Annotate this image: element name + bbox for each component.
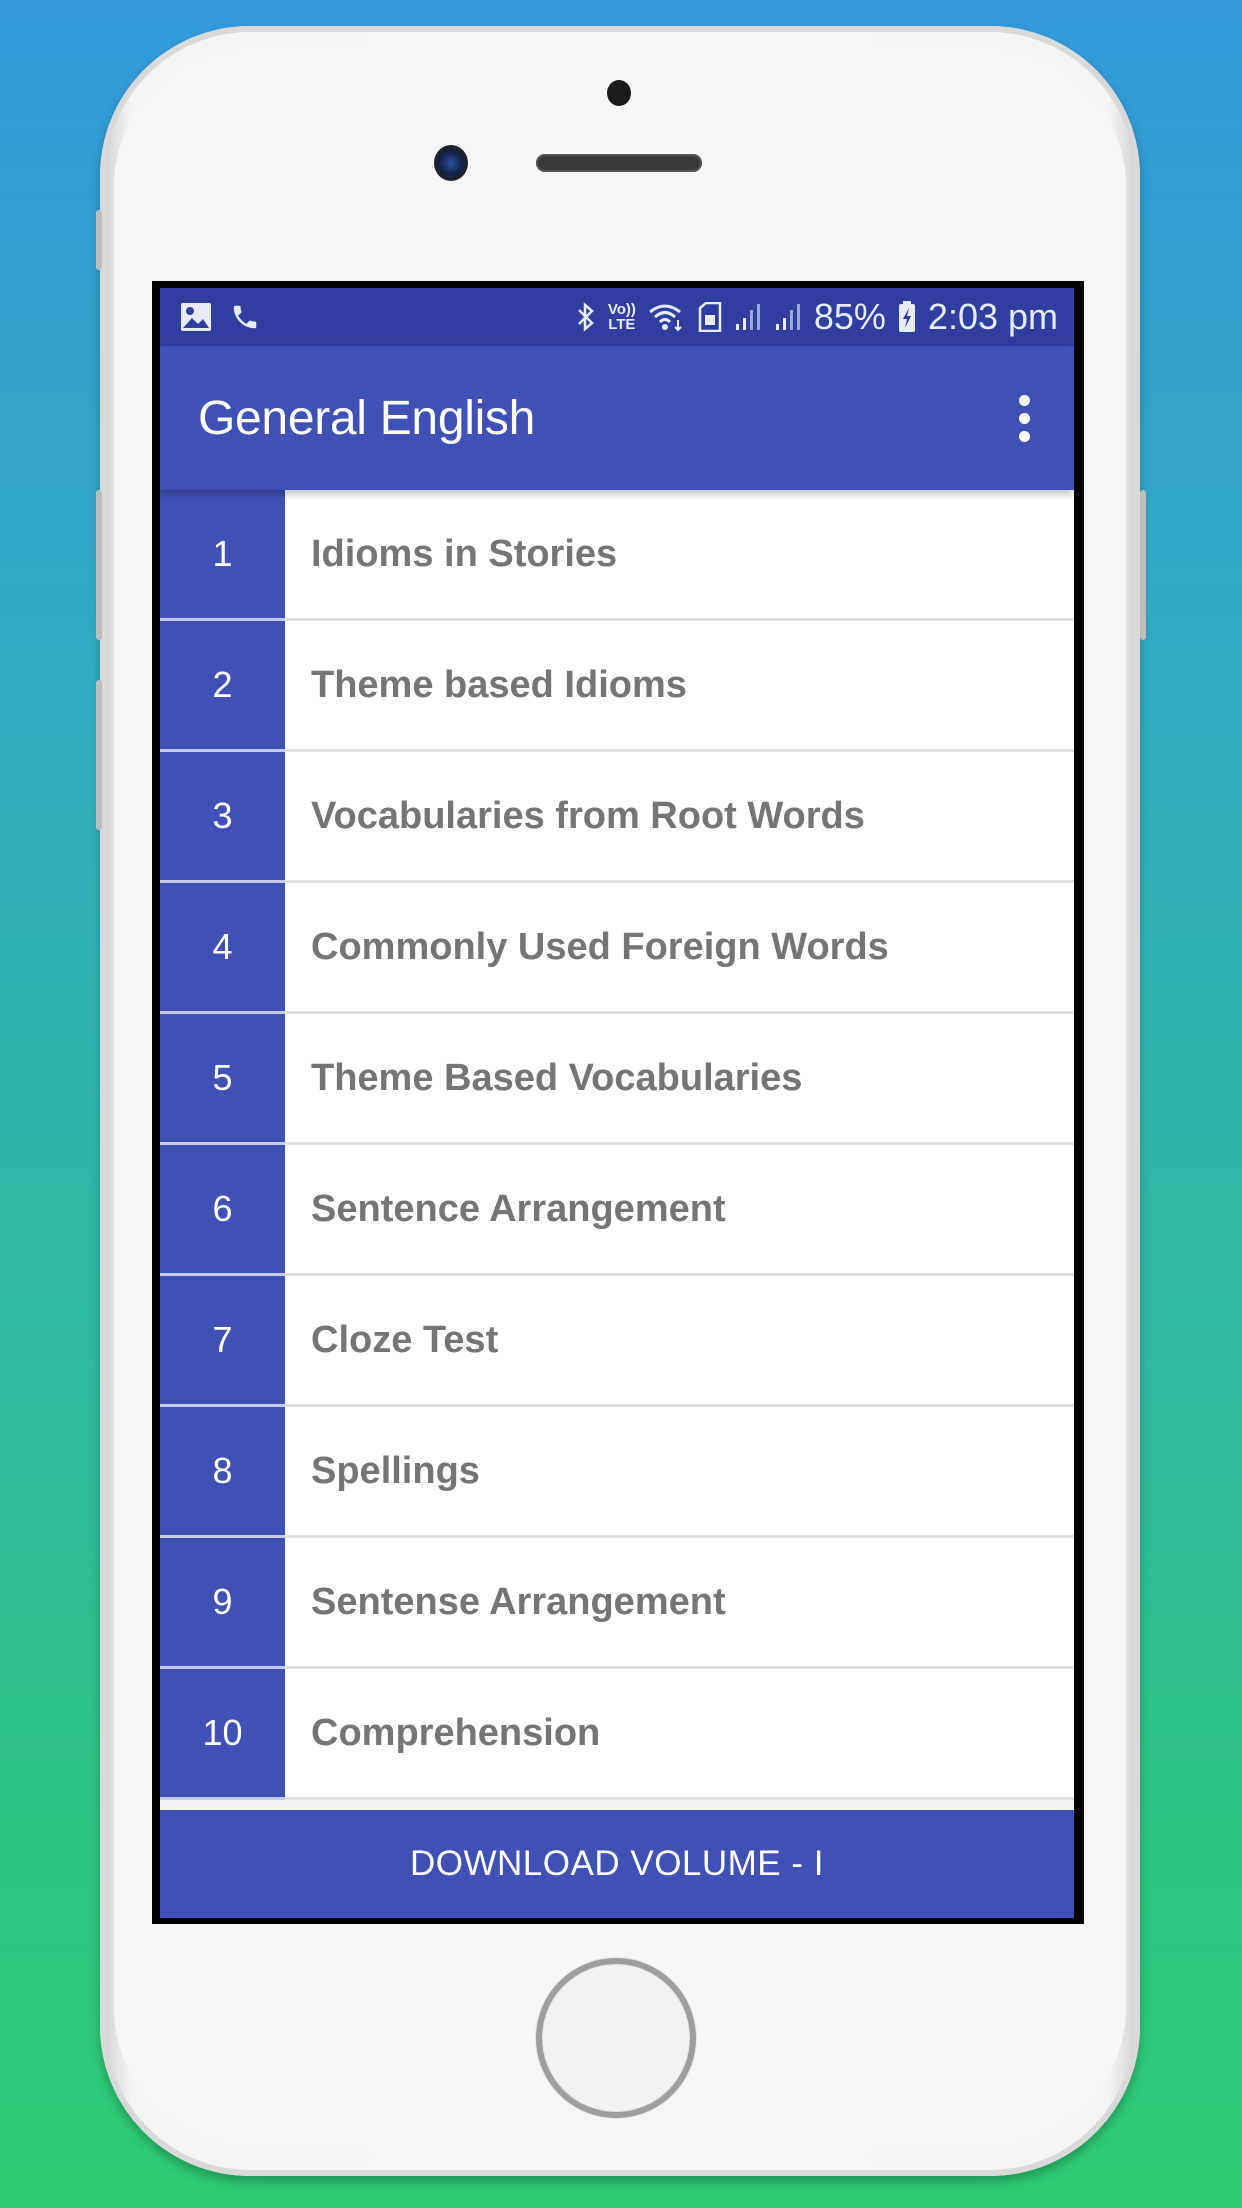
item-label: Vocabularies from Root Words (285, 752, 1074, 883)
item-label: Sentence Arrangement (285, 1145, 1074, 1276)
list-item[interactable]: 4 Commonly Used Foreign Words (160, 883, 1074, 1014)
list-item[interactable]: 5 Theme Based Vocabularies (160, 1014, 1074, 1145)
item-number: 10 (160, 1669, 285, 1800)
item-label: Spellings (285, 1407, 1074, 1538)
volume-up-button (96, 490, 102, 640)
item-label: Idioms in Stories (285, 490, 1074, 621)
list-item[interactable]: 10 Comprehension (160, 1669, 1074, 1800)
clock: 2:03 pm (927, 296, 1058, 337)
list-item[interactable]: 1 Idioms in Stories (160, 490, 1074, 621)
front-camera-icon (434, 145, 468, 181)
sim-icon (698, 302, 722, 332)
bluetooth-icon (576, 301, 596, 333)
signal-icon (734, 302, 762, 332)
item-number: 3 (160, 752, 285, 883)
proximity-sensor (607, 80, 631, 106)
item-number: 7 (160, 1276, 285, 1407)
item-label: Sentense Arrangement (285, 1538, 1074, 1669)
item-label: Comprehension (285, 1669, 1074, 1800)
more-vert-icon[interactable] (1013, 389, 1036, 448)
item-number: 6 (160, 1145, 285, 1276)
list-item[interactable]: 7 Cloze Test (160, 1276, 1074, 1407)
app-title: General English (198, 391, 536, 445)
battery-charging-icon (898, 301, 916, 333)
item-number: 5 (160, 1014, 285, 1145)
volte-icon: Vo)) LTE (607, 301, 636, 333)
status-bar: Vo)) LTE 85% 2:03 pm (160, 288, 1074, 346)
app-bar: General English (160, 346, 1074, 490)
mute-switch (96, 210, 102, 270)
image-icon (180, 302, 212, 332)
topic-list: 1 Idioms in Stories 2 Theme based Idioms… (160, 490, 1074, 1800)
list-item[interactable]: 8 Spellings (160, 1407, 1074, 1538)
signal-icon (774, 302, 802, 332)
battery-percent: 85% (813, 296, 886, 337)
item-number: 1 (160, 490, 285, 621)
item-number: 8 (160, 1407, 285, 1538)
item-label: Theme Based Vocabularies (285, 1014, 1074, 1145)
list-item[interactable]: 6 Sentence Arrangement (160, 1145, 1074, 1276)
list-item[interactable]: 3 Vocabularies from Root Words (160, 752, 1074, 883)
download-volume-button[interactable]: DOWNLOAD VOLUME - I (160, 1810, 1074, 1918)
app-screen: Vo)) LTE 85% 2:03 pm General English 1 I… (160, 288, 1074, 1918)
list-item[interactable]: 2 Theme based Idioms (160, 621, 1074, 752)
volume-down-button (96, 680, 102, 830)
item-number: 2 (160, 621, 285, 752)
wifi-icon (648, 302, 686, 332)
item-label: Theme based Idioms (285, 621, 1074, 752)
phone-icon (230, 302, 260, 332)
earpiece-speaker (536, 154, 702, 172)
power-button (1140, 490, 1146, 640)
item-number: 9 (160, 1538, 285, 1669)
item-label: Commonly Used Foreign Words (285, 883, 1074, 1014)
item-number: 4 (160, 883, 285, 1014)
list-item[interactable]: 9 Sentense Arrangement (160, 1538, 1074, 1669)
home-button[interactable] (536, 1958, 696, 2118)
item-label: Cloze Test (285, 1276, 1074, 1407)
